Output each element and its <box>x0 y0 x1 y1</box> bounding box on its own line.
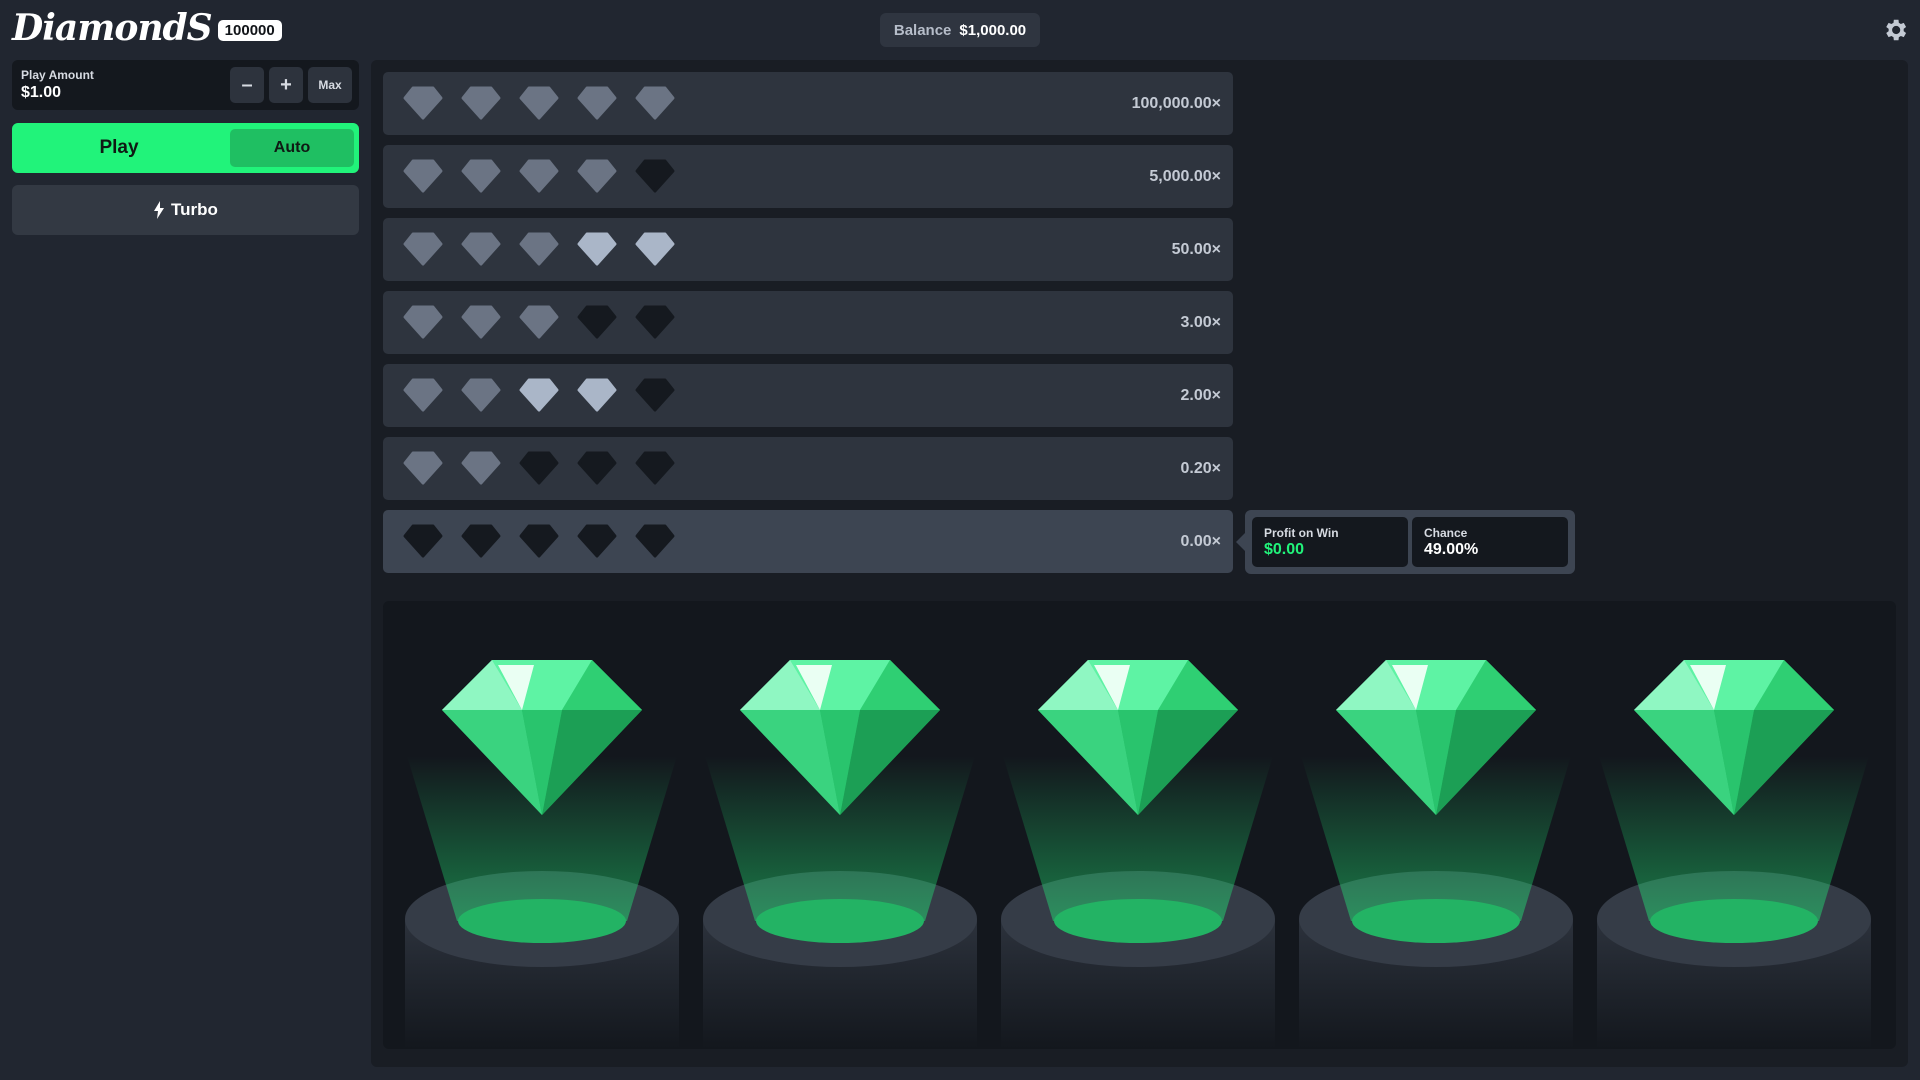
diamond-icon <box>635 524 675 558</box>
play-amount-value[interactable]: $1.00 <box>21 84 61 102</box>
diamond-icon <box>577 232 617 266</box>
diamond-icon <box>577 524 617 558</box>
diamond-icon <box>461 451 501 485</box>
diamond-icon <box>403 451 443 485</box>
diamond-icon <box>461 524 501 558</box>
pedestal-glow <box>756 899 924 943</box>
paytable-row: 0.20× <box>383 437 1233 500</box>
diamond-icon <box>635 86 675 120</box>
paytable-row: 3.00× <box>383 291 1233 354</box>
chance-value: 49.00% <box>1424 541 1479 558</box>
turbo-button[interactable]: Turbo <box>12 185 359 235</box>
paytable-row: 5,000.00× <box>383 145 1233 208</box>
reel <box>1597 660 1871 1049</box>
balance-display: Balance $1,000.00 <box>880 13 1040 47</box>
chance-box: Chance 49.00% <box>1412 517 1568 567</box>
multiplier-label: 100,000.00× <box>1131 94 1221 112</box>
reel <box>703 660 977 1049</box>
profit-on-win-value: $0.00 <box>1264 541 1305 558</box>
diamond-icon <box>577 451 617 485</box>
diamond-icon <box>519 451 559 485</box>
diamond-icon <box>519 159 559 193</box>
paytable-row: 2.00× <box>383 364 1233 427</box>
diamond-icon <box>635 232 675 266</box>
diamond-icon <box>519 232 559 266</box>
diamond-icon <box>635 451 675 485</box>
paytable-row: 100,000.00× <box>383 72 1233 135</box>
diamond-icon <box>519 524 559 558</box>
diamond-icon <box>461 86 501 120</box>
paytable-row: 50.00× <box>383 218 1233 281</box>
pedestal-glow <box>1054 899 1222 943</box>
multiplier-label: 2.00× <box>1180 386 1221 404</box>
diamond-icon <box>403 524 443 558</box>
diamond-icon <box>403 159 443 193</box>
diamond-icon <box>635 159 675 193</box>
diamond-icon <box>577 86 617 120</box>
pedestal-glow <box>1352 899 1520 943</box>
max-amount-button[interactable]: Max <box>308 67 352 103</box>
result-info: Profit on Win $0.00 Chance 49.00% <box>1236 510 1575 574</box>
multiplier-label: 50.00× <box>1171 240 1221 258</box>
reel <box>405 660 679 1049</box>
play-button[interactable]: Play Auto <box>12 123 359 173</box>
diamond-icon <box>519 378 559 412</box>
chance-label: Chance <box>1424 526 1468 540</box>
diamond-icon <box>519 305 559 339</box>
diamond-icon <box>461 159 501 193</box>
diamond-icon <box>403 232 443 266</box>
diamond-icon <box>461 378 501 412</box>
increase-amount-button[interactable]: + <box>269 67 303 103</box>
decrease-amount-button[interactable]: – <box>230 67 264 103</box>
diamond-icon <box>635 378 675 412</box>
reel <box>1001 660 1275 1049</box>
multiplier-label: 3.00× <box>1180 313 1221 331</box>
multiplier-label: 5,000.00× <box>1149 167 1221 185</box>
logo-badge: 100000 <box>217 19 282 41</box>
play-amount-label: Play Amount <box>21 68 94 82</box>
logo-text: DiamondS <box>12 7 213 49</box>
profit-on-win-box: Profit on Win $0.00 <box>1252 517 1408 567</box>
multiplier-label: 0.00× <box>1180 532 1221 550</box>
play-button-label: Play <box>99 137 139 158</box>
pedestal-glow <box>458 899 626 943</box>
multiplier-label: 0.20× <box>1180 459 1221 477</box>
diamond-icon <box>519 86 559 120</box>
reel <box>1299 660 1573 1049</box>
paytable-row: 0.00× <box>383 510 1233 573</box>
balance-label: Balance <box>893 21 952 39</box>
play-amount-field[interactable]: Play Amount $1.00 – + Max <box>12 60 359 110</box>
turbo-label: Turbo <box>171 200 218 219</box>
reel-stage <box>383 601 1896 1049</box>
logo: DiamondS 100000 <box>12 6 282 50</box>
diamond-icon <box>577 159 617 193</box>
pedestal-glow <box>1650 899 1818 943</box>
diamond-icon <box>461 232 501 266</box>
diamond-icon <box>577 378 617 412</box>
balance-value: $1,000.00 <box>959 21 1027 39</box>
diamond-icon <box>403 305 443 339</box>
diamond-icon <box>403 378 443 412</box>
gear-icon[interactable] <box>1881 16 1909 44</box>
diamond-icon <box>635 305 675 339</box>
diamond-icon <box>403 86 443 120</box>
auto-button[interactable]: Auto <box>230 129 354 167</box>
reels-graphic <box>405 660 1871 1049</box>
lightning-icon <box>154 201 165 219</box>
diamond-icon <box>577 305 617 339</box>
game-board: 100,000.00× 5,000.00× 50.00× 3.00× 2.00× 0.20… <box>371 60 1908 1067</box>
diamond-icon <box>461 305 501 339</box>
profit-on-win-label: Profit on Win <box>1264 526 1339 540</box>
